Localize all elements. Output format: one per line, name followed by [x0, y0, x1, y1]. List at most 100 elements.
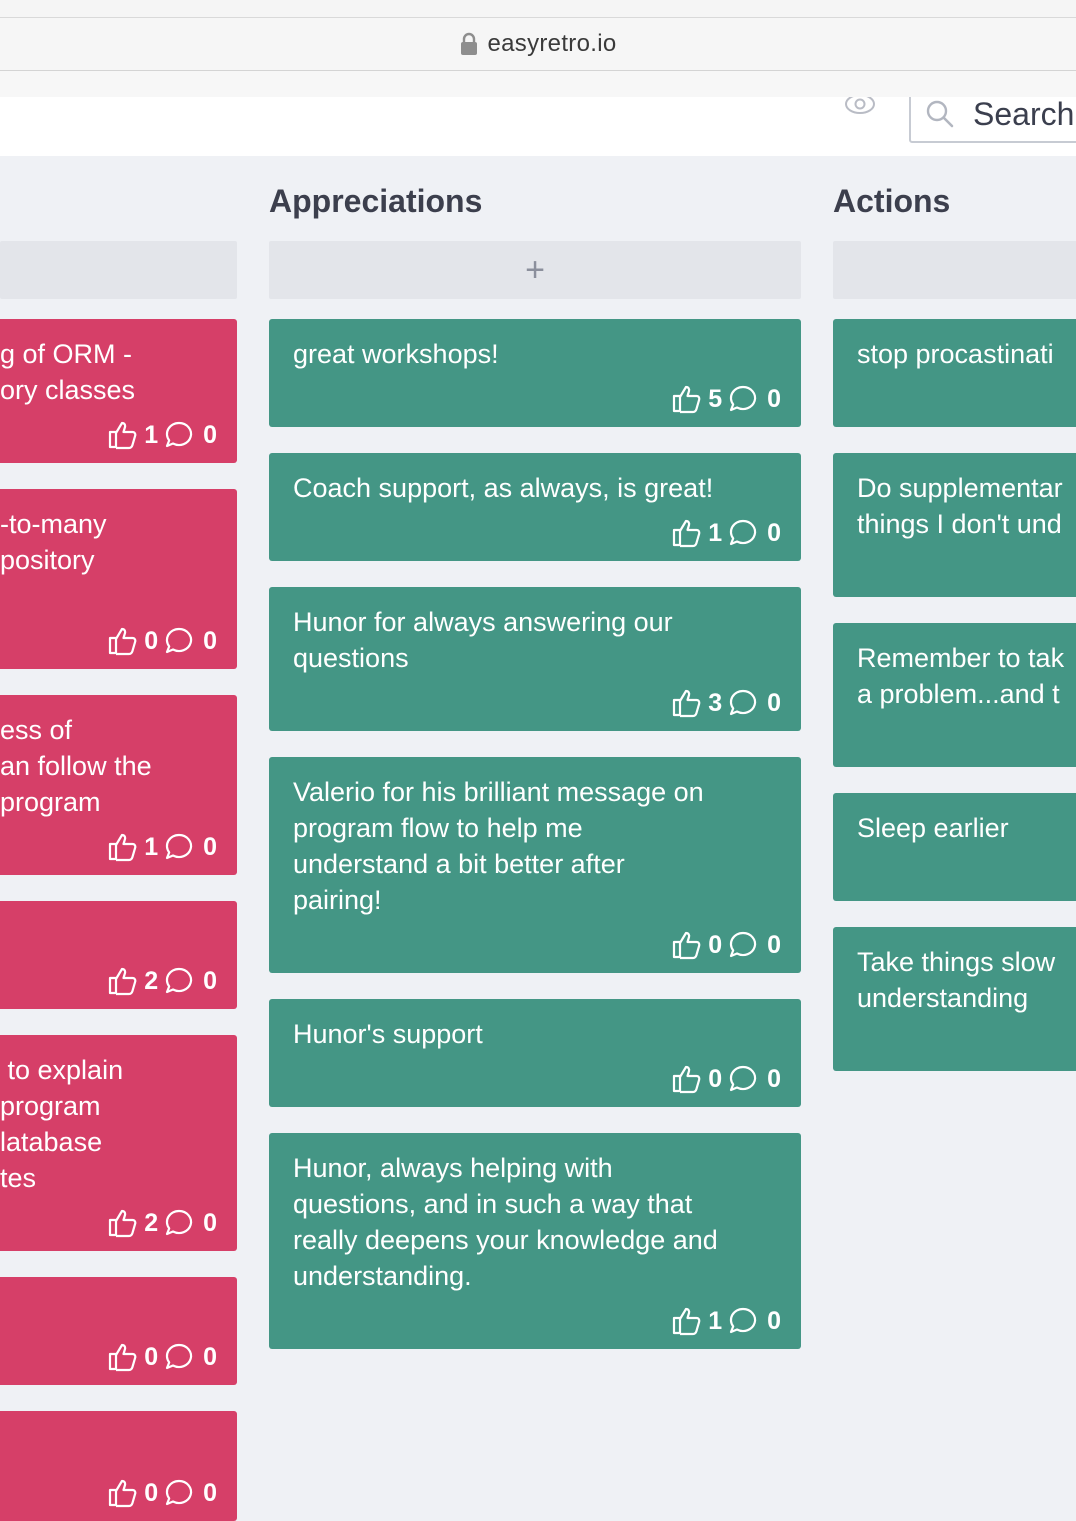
card-reactions: 00: [107, 1477, 217, 1509]
card-text-line: Do supplementar: [857, 473, 1063, 503]
card[interactable]: Do supplementar things I don't und: [833, 453, 1076, 597]
like-button[interactable]: 2: [107, 963, 164, 999]
card-text-line: really deepens your knowledge and: [293, 1225, 718, 1255]
comment-button[interactable]: 0: [728, 381, 781, 417]
card[interactable]: Sleep earlier: [833, 793, 1076, 901]
card[interactable]: Coach support, as always, is great! 1 0: [269, 453, 801, 561]
url-text[interactable]: easyretro.io: [488, 30, 617, 58]
card-text: great workshops!: [293, 336, 499, 372]
add-card-button-appreciations[interactable]: +: [269, 241, 801, 299]
comment-button[interactable]: 0: [164, 1205, 217, 1241]
address-bar[interactable]: easyretro.io: [0, 18, 1076, 71]
card-text-line: things I don't und: [857, 509, 1062, 539]
card[interactable]: stop procastinati: [833, 319, 1076, 427]
comment-count: 0: [203, 1343, 217, 1371]
card-reactions: 10: [107, 831, 217, 863]
lock-icon: [460, 32, 477, 55]
card-reactions: 50: [671, 383, 781, 415]
comment-button[interactable]: 0: [728, 685, 781, 721]
card[interactable]: 00: [0, 1411, 237, 1521]
comment-icon: [165, 833, 193, 860]
search-placeholder: Search: [973, 97, 1075, 132]
card[interactable]: Hunor for always answering our questions 3…: [269, 587, 801, 731]
comment-count: 0: [767, 689, 781, 717]
add-card-button-actions[interactable]: [833, 241, 1076, 299]
like-count: 1: [708, 519, 723, 547]
comment-button[interactable]: 0: [728, 1061, 781, 1097]
card[interactable]: Hunor's support 0 0: [269, 999, 801, 1107]
eye-icon[interactable]: [843, 97, 877, 117]
comment-icon: [165, 627, 193, 654]
card-text-line: Hunor for always answering our: [293, 607, 673, 637]
card-text: Sleep earlier: [857, 810, 1009, 846]
search-input[interactable]: Search: [909, 97, 1076, 143]
like-button[interactable]: 0: [107, 1339, 164, 1375]
card-text-line: pairing!: [293, 885, 382, 915]
card-text-line: understand a bit better after: [293, 849, 625, 879]
comment-button[interactable]: 0: [728, 927, 781, 963]
card[interactable]: great workshops! 5 0: [269, 319, 801, 427]
comment-button[interactable]: 0: [164, 417, 217, 453]
thumbs-up-icon: [109, 967, 137, 996]
comment-icon: [165, 1343, 193, 1370]
card[interactable]: 00: [0, 1277, 237, 1385]
card[interactable]: Take things slow understanding: [833, 927, 1076, 1071]
like-button[interactable]: 3: [671, 685, 728, 721]
comment-count: 0: [203, 833, 217, 861]
comment-icon: [165, 421, 193, 448]
card[interactable]: 20: [0, 901, 237, 1009]
comment-button[interactable]: 0: [164, 829, 217, 865]
card-text-line: questions, and in such a way that: [293, 1189, 693, 1219]
like-button[interactable]: 1: [671, 1303, 728, 1339]
comment-button[interactable]: 0: [164, 1339, 217, 1375]
card[interactable]: to explain program latabase tes 2 0: [0, 1035, 237, 1251]
comment-button[interactable]: 0: [728, 1303, 781, 1339]
card[interactable]: -to-many pository 0 0: [0, 489, 237, 669]
comment-icon: [729, 385, 757, 412]
card-text-line: questions: [293, 643, 409, 673]
like-button[interactable]: 0: [107, 623, 164, 659]
like-count: 3: [708, 689, 723, 717]
card-reactions: 10: [107, 419, 217, 451]
comment-button[interactable]: 0: [164, 623, 217, 659]
comment-icon: [165, 1209, 193, 1236]
plus-icon: +: [525, 251, 545, 289]
card-reactions: 20: [107, 1207, 217, 1239]
comment-button[interactable]: 0: [164, 963, 217, 999]
card-text: Hunor's support: [293, 1016, 483, 1052]
thumbs-up-icon: [109, 627, 137, 656]
card[interactable]: Hunor, always helping with questions, and…: [269, 1133, 801, 1349]
like-button[interactable]: 1: [671, 515, 728, 551]
card-text-line: -to-many: [0, 509, 107, 539]
browser-tab-strip: [0, 0, 1076, 18]
like-count: 0: [708, 931, 723, 959]
card-text: g of ORM - ory classes: [0, 336, 135, 408]
comment-icon: [729, 689, 757, 716]
like-button[interactable]: 1: [107, 417, 164, 453]
card[interactable]: Valerio for his brilliant message on prog…: [269, 757, 801, 973]
like-button[interactable]: 5: [671, 381, 728, 417]
like-button[interactable]: 1: [107, 829, 164, 865]
add-card-button-column-1[interactable]: [0, 241, 237, 299]
comment-icon: [729, 931, 757, 958]
card-text: Take things slow understanding: [857, 944, 1055, 1016]
like-button[interactable]: 0: [671, 1061, 728, 1097]
card-text: Hunor for always answering our questions: [293, 604, 673, 676]
card[interactable]: Remember to tak a problem...and t: [833, 623, 1076, 767]
card[interactable]: ess of an follow the program 1 0: [0, 695, 237, 875]
card-reactions: 00: [107, 1341, 217, 1373]
comment-count: 0: [203, 421, 217, 449]
like-count: 1: [144, 421, 159, 449]
comment-button[interactable]: 0: [164, 1475, 217, 1511]
thumbs-up-icon: [673, 1307, 701, 1336]
like-count: 2: [144, 1209, 159, 1237]
thumbs-up-icon: [673, 519, 701, 548]
card[interactable]: g of ORM - ory classes 1 0: [0, 319, 237, 463]
card-text: to explain program latabase tes: [0, 1052, 123, 1196]
like-button[interactable]: 2: [107, 1205, 164, 1241]
card-text-line: pository: [0, 545, 95, 575]
like-button[interactable]: 0: [671, 927, 728, 963]
card-text-line: Take things slow: [857, 947, 1056, 977]
comment-button[interactable]: 0: [728, 515, 781, 551]
like-button[interactable]: 0: [107, 1475, 164, 1511]
